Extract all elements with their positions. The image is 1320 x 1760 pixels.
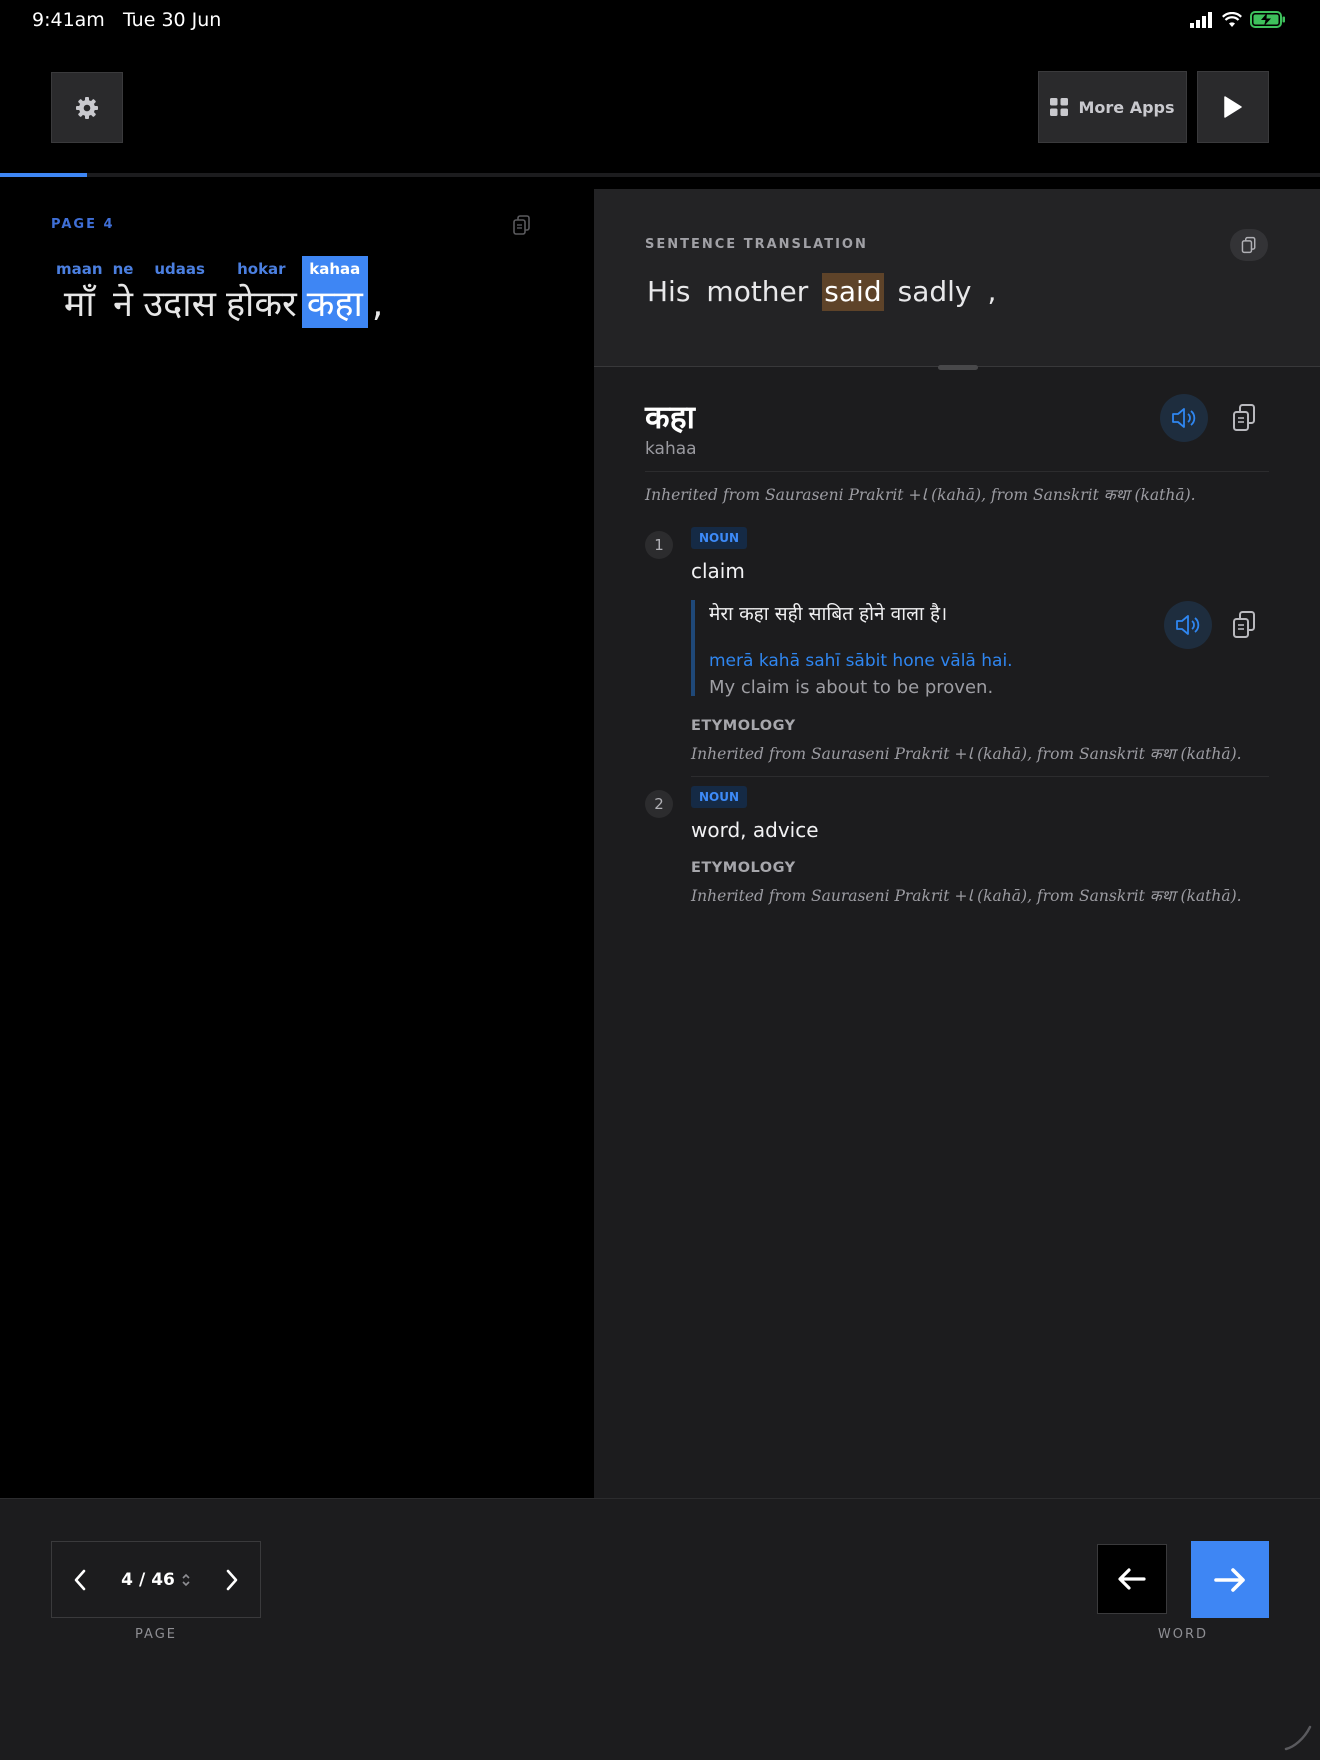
copy-icon [1233, 404, 1255, 431]
sense-number: 1 [645, 531, 673, 559]
speaker-icon [1176, 615, 1200, 635]
status-icons [1190, 11, 1286, 28]
divider [691, 776, 1269, 777]
pos-badge: NOUN [691, 786, 748, 808]
etymology-label: ETYMOLOGY [691, 860, 796, 876]
word-token[interactable]: ne ने [108, 256, 139, 328]
total-pages: 46 [151, 1569, 175, 1590]
previous-page-button[interactable] [52, 1541, 108, 1618]
reading-progress-bar [0, 173, 1320, 177]
word-transliteration: ne [112, 260, 134, 278]
next-word-button[interactable] [1191, 1541, 1269, 1618]
translation-word: His [647, 275, 691, 308]
reading-progress-fill [0, 173, 88, 177]
word-transliteration: kahaa [309, 260, 361, 278]
etymology-label: ETYMOLOGY [691, 718, 796, 734]
settings-button[interactable] [51, 72, 123, 143]
word-caption: WORD [1157, 1627, 1209, 1642]
chevron-left-icon [74, 1569, 86, 1590]
page-navigator: 4 / 46 [51, 1541, 261, 1618]
current-page: 4 [121, 1569, 133, 1590]
word-devanagari: माँ [63, 284, 95, 325]
more-apps-label: More Apps [1078, 97, 1175, 117]
copy-icon [1233, 611, 1255, 638]
previous-word-button[interactable] [1097, 1544, 1167, 1614]
signal-icon [1190, 11, 1212, 28]
translation-word: mother [706, 275, 809, 308]
word-devanagari: कहा [306, 284, 363, 325]
word-transliteration: udaas [154, 260, 205, 278]
battery-charging-icon [1250, 11, 1285, 28]
word-devanagari: उदास [143, 284, 216, 325]
pencil-indicator-icon [1284, 1725, 1312, 1751]
status-bar: 9:41am Tue 30 Jun [0, 0, 1320, 40]
word-transliteration: hokar [237, 260, 286, 278]
chevron-right-icon [226, 1569, 238, 1590]
pos-badge: NOUN [691, 527, 748, 549]
sense-gloss: claim [691, 559, 745, 583]
source-sentence: maan माँ ne ने udaas उदास hokar होकर kahaa कहा, [51, 256, 383, 328]
status-time: 9:41am Tue 30 Jun [32, 9, 222, 31]
arrow-left-icon [1118, 1568, 1146, 1590]
sense-etymology: Inherited from Sauraseni Prakrit +ﺎ (kah… [691, 887, 1242, 905]
sentence-translation-section: SENTENCE TRANSLATION His mother said sadly, [594, 189, 1320, 367]
word-token-selected[interactable]: kahaa कहा [301, 256, 368, 328]
speaker-icon [1172, 408, 1196, 428]
sentence-translation-label: SENTENCE TRANSLATION [645, 237, 868, 252]
copy-icon[interactable] [511, 214, 533, 236]
play-icon [1224, 96, 1242, 118]
page-separator: / [138, 1569, 146, 1590]
sentence-punctuation: , [371, 284, 384, 325]
arrow-right-icon [1214, 1567, 1245, 1592]
headword-etymology: Inherited from Sauraseni Prakrit +ﺎ (kah… [645, 486, 1196, 504]
example-romanization: merā kahā sahī sābit hone vālā hai. [709, 651, 1013, 671]
page-label: PAGE 4 [51, 217, 115, 232]
page-caption: PAGE [135, 1627, 177, 1642]
word-transliteration: maan [56, 260, 103, 278]
bottom-bar: 4 / 46 PAGE WORD [0, 1498, 1320, 1760]
grid-icon [1050, 98, 1069, 116]
translation-word: sadly [897, 275, 972, 308]
example-english: My claim is about to be proven. [709, 677, 994, 698]
gear-icon [76, 96, 98, 119]
headword-copy-button[interactable] [1224, 398, 1264, 438]
sense-gloss: word, advice [691, 818, 819, 842]
word-devanagari: ने [113, 284, 133, 325]
divider [645, 471, 1269, 472]
chevron-updown-icon [182, 1573, 190, 1586]
details-panel: SENTENCE TRANSLATION His mother said sadly,… [594, 189, 1320, 1498]
word-devanagari: होकर [225, 284, 297, 325]
play-button[interactable] [1197, 71, 1269, 143]
word-token[interactable]: hokar होकर [221, 256, 302, 328]
next-page-button[interactable] [204, 1541, 260, 1618]
wifi-icon [1222, 11, 1242, 27]
page-selector[interactable]: 4 / 46 [108, 1570, 204, 1590]
translation-sentence: His mother said sadly, [645, 273, 998, 311]
sheet-handle[interactable] [938, 365, 978, 370]
sense-etymology: Inherited from Sauraseni Prakrit +ﺎ (kah… [691, 745, 1242, 763]
dictionary-headword: कहा [645, 398, 695, 436]
example-audio-button[interactable] [1164, 601, 1212, 649]
sense-number: 2 [645, 790, 673, 818]
dictionary-transliteration: kahaa [645, 439, 697, 459]
example-copy-button[interactable] [1224, 605, 1264, 645]
translation-copy-button[interactable] [1230, 229, 1268, 261]
translation-word-highlighted: said [822, 273, 884, 311]
word-token[interactable]: udaas उदास [138, 256, 221, 328]
word-token[interactable]: maan माँ [51, 256, 108, 328]
headword-audio-button[interactable] [1160, 394, 1208, 442]
translation-word: , [987, 275, 997, 308]
more-apps-button[interactable]: More Apps [1038, 71, 1187, 143]
example-hindi: मेरा कहा सही साबित होने वाला है। [709, 603, 948, 625]
copy-icon [1241, 236, 1256, 254]
